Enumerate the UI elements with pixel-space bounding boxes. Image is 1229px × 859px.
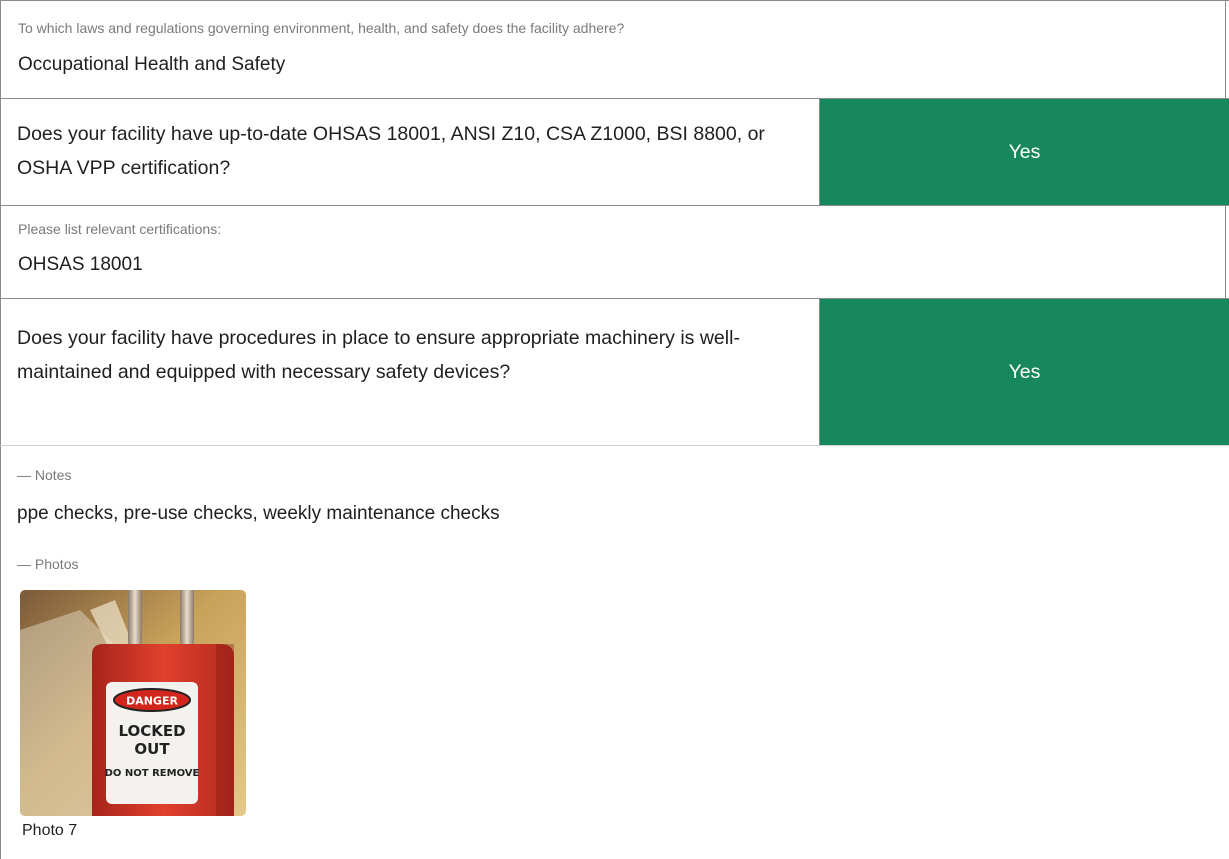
row-left-border xyxy=(0,299,1,445)
divider xyxy=(0,445,1229,446)
certification-question-row: Does your facility have up-to-date OHSAS… xyxy=(0,99,1229,205)
certification-answer-badge: Yes xyxy=(820,99,1229,205)
laws-question: To which laws and regulations governing … xyxy=(18,20,625,36)
tag-do-not-remove-text: DO NOT REMOVE xyxy=(105,768,200,779)
row-left-border xyxy=(0,99,1,205)
tag-danger-text: DANGER xyxy=(126,695,178,708)
tag-locked-text: LOCKED xyxy=(118,722,185,740)
notes-label: — Notes xyxy=(17,467,72,483)
certifications-question: Please list relevant certifications: xyxy=(18,221,222,237)
lockout-padlock-photo-icon: DANGER LOCKED OUT DO NOT REMOVE xyxy=(20,590,246,816)
machinery-question: Does your facility have procedures in pl… xyxy=(17,327,740,383)
machinery-answer-badge: Yes xyxy=(820,299,1229,445)
inspection-report-page: To which laws and regulations governing … xyxy=(0,0,1229,859)
photo-caption: Photo 7 xyxy=(22,822,78,839)
machinery-question-row: Does your facility have procedures in pl… xyxy=(0,299,1229,445)
certifications-section: Please list relevant certifications: OHS… xyxy=(0,206,1226,298)
certification-question: Does your facility have up-to-date OHSAS… xyxy=(17,123,765,179)
notes-text: ppe checks, pre-use checks, weekly maint… xyxy=(17,503,500,524)
photos-label: — Photos xyxy=(17,556,79,572)
laws-section: To which laws and regulations governing … xyxy=(0,0,1226,98)
certifications-answer: OHSAS 18001 xyxy=(18,254,143,275)
photo-thumbnail[interactable]: DANGER LOCKED OUT DO NOT REMOVE xyxy=(20,590,246,816)
laws-answer: Occupational Health and Safety xyxy=(18,54,286,75)
notes-left-border xyxy=(0,446,1,859)
machinery-answer: Yes xyxy=(1008,360,1041,383)
tag-out-text: OUT xyxy=(134,740,170,758)
certification-answer: Yes xyxy=(1008,140,1041,163)
